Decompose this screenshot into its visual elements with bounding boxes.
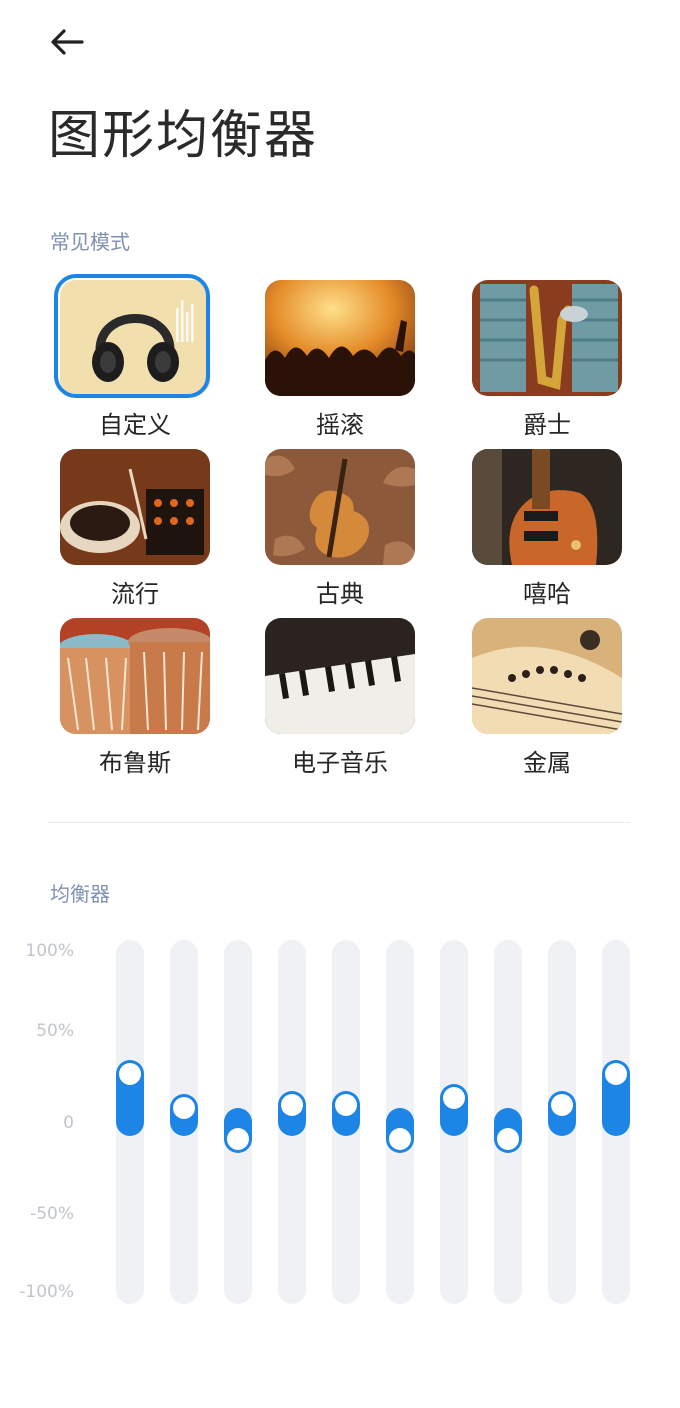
eq-band-slider[interactable] xyxy=(602,940,630,1304)
eq-band-knob[interactable] xyxy=(497,1128,519,1150)
preset-label: 自定义 xyxy=(99,411,171,439)
preset-hiphop[interactable]: 嘻哈 xyxy=(467,444,627,608)
preset-blues[interactable]: 布鲁斯 xyxy=(55,613,215,777)
preset-label: 流行 xyxy=(111,580,159,608)
y-axis-label: 0 xyxy=(63,1113,74,1133)
preset-metal[interactable]: 金属 xyxy=(467,613,627,777)
preset-label: 电子音乐 xyxy=(292,749,388,777)
eq-band-slider[interactable] xyxy=(440,940,468,1304)
preset-classical[interactable]: 古典 xyxy=(260,444,420,608)
equalizer-section-label: 均衡器 xyxy=(50,882,110,906)
eq-band-slider[interactable] xyxy=(116,940,144,1304)
guitar-strings-image xyxy=(472,618,622,734)
preset-label: 金属 xyxy=(523,749,571,777)
preset-pop[interactable]: 流行 xyxy=(55,444,215,608)
drums-image xyxy=(60,618,210,734)
electric-guitar-image xyxy=(472,449,622,565)
saxophone-image xyxy=(472,280,622,396)
eq-band-slider[interactable] xyxy=(170,940,198,1304)
eq-band-slider[interactable] xyxy=(332,940,360,1304)
eq-band-knob[interactable] xyxy=(281,1094,303,1116)
y-axis-label: 100% xyxy=(25,941,74,961)
eq-band-slider[interactable] xyxy=(386,940,414,1304)
preset-jazz[interactable]: 爵士 xyxy=(467,275,627,439)
y-axis-label: 50% xyxy=(36,1021,74,1041)
preset-label: 爵士 xyxy=(523,411,571,439)
preset-label: 嘻哈 xyxy=(523,580,571,608)
preset-label: 摇滚 xyxy=(316,411,364,439)
eq-band-slider[interactable] xyxy=(278,940,306,1304)
preset-label: 古典 xyxy=(316,580,364,608)
eq-band-slider[interactable] xyxy=(548,940,576,1304)
preset-custom[interactable]: 自定义 xyxy=(54,274,215,439)
violin-image xyxy=(265,449,415,565)
preset-grid: 自定义 摇滚 爵士 流行 古典 嘻哈 布鲁斯 电子音乐 金属 xyxy=(0,0,680,800)
eq-band-knob[interactable] xyxy=(551,1094,573,1116)
equalizer-chart: 100% 50% 0 -50% -100% xyxy=(0,930,680,1310)
eq-band-knob[interactable] xyxy=(335,1094,357,1116)
eq-band-slider[interactable] xyxy=(494,940,522,1304)
selected-ring xyxy=(54,274,210,398)
eq-band-knob[interactable] xyxy=(389,1128,411,1150)
eq-band-slider[interactable] xyxy=(224,940,252,1304)
preset-electronic[interactable]: 电子音乐 xyxy=(260,613,420,777)
turntable-image xyxy=(60,449,210,565)
rock-concert-image xyxy=(265,280,415,396)
preset-label: 布鲁斯 xyxy=(99,749,171,777)
eq-band-knob[interactable] xyxy=(227,1128,249,1150)
preset-rock[interactable]: 摇滚 xyxy=(260,275,420,439)
keyboard-image xyxy=(265,618,415,734)
y-axis-label: -100% xyxy=(19,1282,74,1302)
y-axis-label: -50% xyxy=(30,1204,74,1224)
section-divider xyxy=(48,822,630,823)
